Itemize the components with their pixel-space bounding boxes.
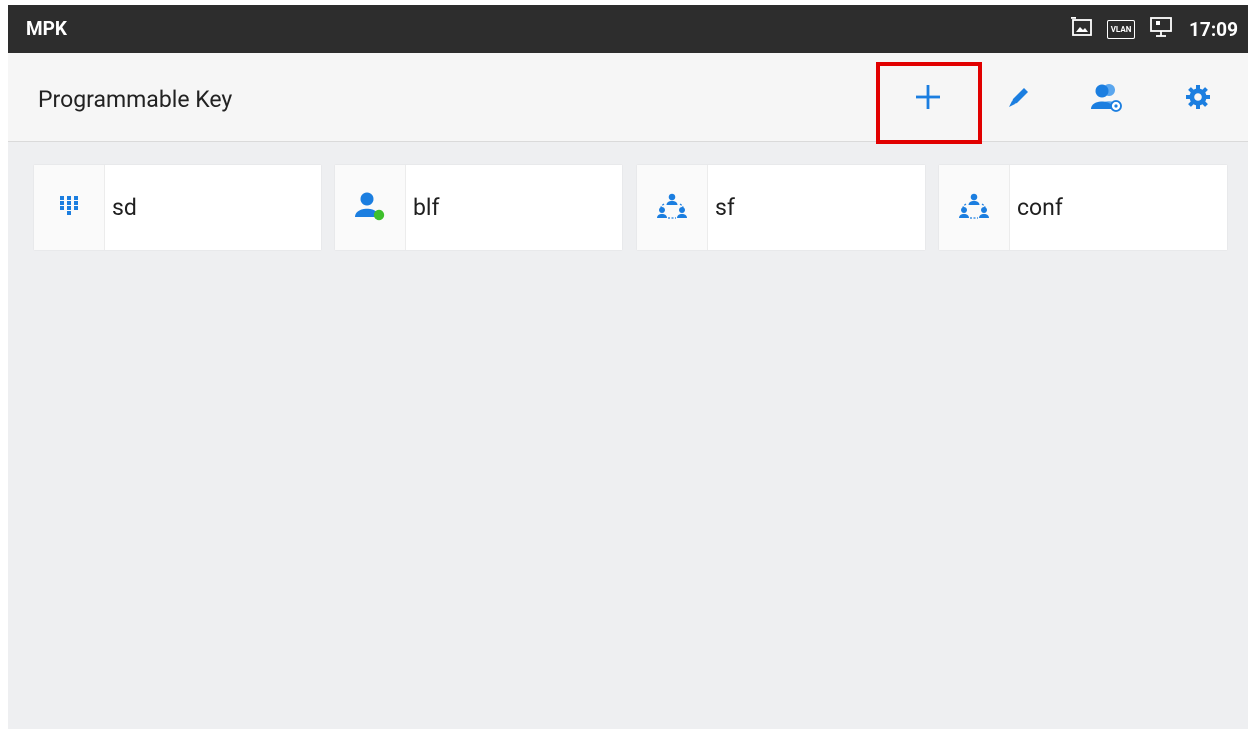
key-card-blf[interactable]: blf [335,165,622,250]
key-card-conf[interactable]: conf [939,165,1227,250]
key-icon-cell [939,165,1010,250]
key-label: conf [1017,194,1063,221]
highlight-box [876,62,982,144]
app-name: MPK [26,17,67,40]
key-label: sd [112,194,137,221]
clock: 17:09 [1189,17,1238,41]
key-icon-cell [34,165,105,250]
status-bar: MPK VLAN 17:09 [8,5,1248,53]
blf-contact-icon [353,191,387,225]
settings-button[interactable] [1182,83,1214,115]
screen: MPK VLAN 17:09 Programmable Key sd blf s… [8,5,1248,729]
page-title: Programmable Key [38,86,233,113]
edit-icon [1005,83,1033,115]
key-label: blf [413,194,440,221]
key-card-sf[interactable]: sf [637,165,925,250]
key-card-sd[interactable]: sd [34,165,321,250]
key-icon-cell [335,165,406,250]
toolbar: Programmable Key [8,53,1248,142]
key-icon-cell [637,165,708,250]
contacts-icon [1089,82,1123,116]
status-icons: VLAN 17:09 [1071,5,1238,53]
screenshot-icon [1071,17,1093,41]
vlan-icon: VLAN [1107,19,1136,39]
settings-icon [1185,84,1211,114]
edit-button[interactable] [1003,83,1035,115]
key-label: sf [715,194,735,221]
group-icon [958,191,990,225]
group-icon [656,191,688,225]
dialpad-icon [59,195,79,221]
network-icon [1149,16,1173,42]
contacts-button[interactable] [1090,83,1122,115]
